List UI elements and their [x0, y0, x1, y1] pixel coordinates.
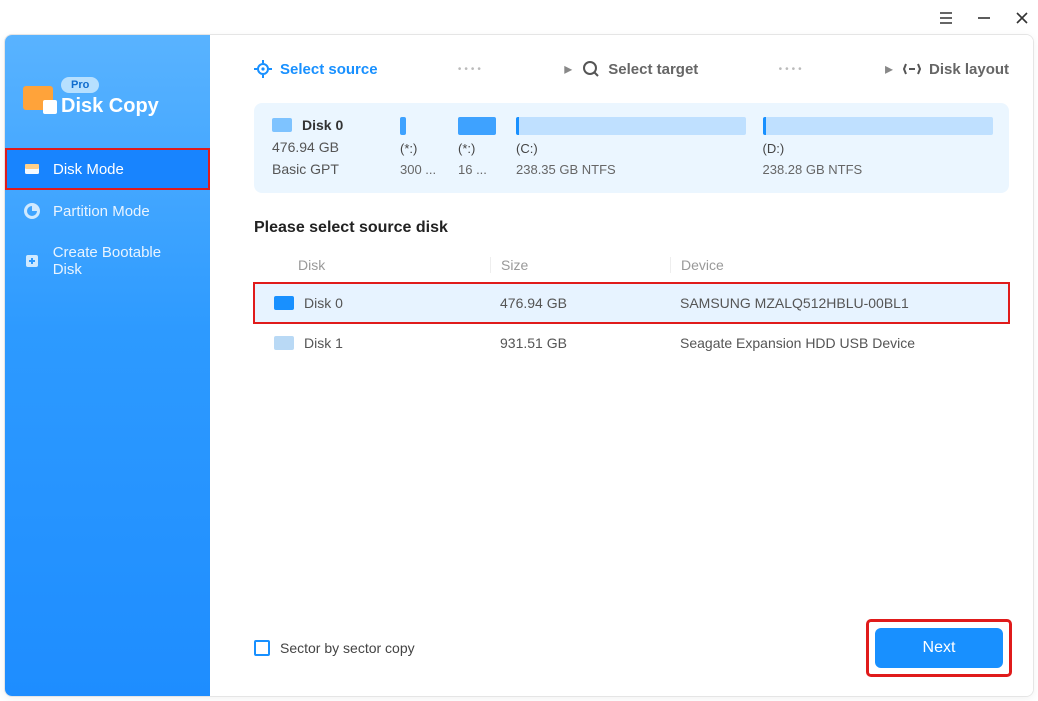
- app-title: Disk Copy: [61, 95, 159, 118]
- next-button[interactable]: Next: [875, 628, 1003, 668]
- checkbox-label: Sector by sector copy: [280, 640, 415, 656]
- step-disk-layout[interactable]: Disk layout: [903, 60, 1009, 78]
- row-disk-size: 931.51 GB: [490, 335, 670, 351]
- crosshair-icon: [254, 60, 272, 78]
- next-button-highlight: Next: [869, 622, 1009, 674]
- nav-partition-mode[interactable]: Partition Mode: [5, 190, 210, 232]
- app-logo-row: Pro Disk Copy: [5, 77, 210, 118]
- nav-create-bootable[interactable]: Create Bootable Disk: [5, 232, 210, 290]
- wizard-steps: Select source ▸ Select target ▸ Disk lay…: [254, 59, 1009, 79]
- close-icon[interactable]: [1012, 8, 1032, 28]
- disk-table-header: Disk Size Device: [254, 247, 1009, 283]
- nav-label: Create Bootable Disk: [53, 244, 192, 278]
- source-prompt: Please select source disk: [254, 219, 1009, 237]
- row-disk-size: 476.94 GB: [490, 295, 670, 311]
- row-disk-name: Disk 0: [304, 295, 343, 311]
- partition-0[interactable]: (*:) 300 ...: [400, 117, 440, 177]
- col-header-size: Size: [490, 257, 670, 273]
- disk-row-0[interactable]: Disk 0 476.94 GB SAMSUNG MZALQ512HBLU-00…: [254, 283, 1009, 323]
- partition-3[interactable]: (D:) 238.28 GB NTFS: [763, 117, 992, 177]
- main-content: Select source ▸ Select target ▸ Disk lay…: [210, 35, 1033, 696]
- row-disk-device: Seagate Expansion HDD USB Device: [670, 335, 993, 351]
- disk-type: Basic GPT: [272, 161, 382, 177]
- target-icon: [582, 60, 600, 78]
- sidebar: Pro Disk Copy Disk Mode Partition Mode C…: [5, 35, 210, 696]
- bootable-disk-icon: [23, 252, 41, 270]
- disk-icon: [274, 296, 294, 310]
- disk-mode-icon: [23, 160, 41, 178]
- disk-overview-card: Disk 0 476.94 GB Basic GPT (*:) 300 ... …: [254, 103, 1009, 193]
- disk-row-1[interactable]: Disk 1 931.51 GB Seagate Expansion HDD U…: [254, 323, 1009, 363]
- nav-disk-mode[interactable]: Disk Mode: [5, 148, 210, 190]
- step-select-target[interactable]: Select target: [582, 60, 698, 78]
- col-header-device: Device: [670, 257, 993, 273]
- disk-icon: [274, 336, 294, 350]
- disk-icon: [272, 118, 292, 132]
- disk-size: 476.94 GB: [272, 139, 382, 155]
- col-header-disk: Disk: [270, 257, 490, 273]
- edition-badge: Pro: [61, 77, 99, 93]
- menu-icon[interactable]: [936, 8, 956, 28]
- partition-1[interactable]: (*:) 16 ...: [458, 117, 498, 177]
- nav-label: Partition Mode: [53, 203, 150, 220]
- step-separator: [388, 64, 555, 75]
- row-disk-name: Disk 1: [304, 335, 343, 351]
- step-select-source[interactable]: Select source: [254, 60, 378, 78]
- partition-mode-icon: [23, 202, 41, 220]
- checkbox-box-icon: [254, 640, 270, 656]
- disk-name: Disk 0: [302, 117, 343, 133]
- step-label: Disk layout: [929, 61, 1009, 78]
- partition-2[interactable]: (C:) 238.35 GB NTFS: [516, 117, 745, 177]
- nav-label: Disk Mode: [53, 161, 124, 178]
- step-separator: [708, 64, 875, 75]
- row-disk-device: SAMSUNG MZALQ512HBLU-00BL1: [670, 295, 993, 311]
- step-label: Select target: [608, 61, 698, 78]
- app-logo-icon: [23, 86, 53, 110]
- layout-icon: [903, 60, 921, 78]
- minimize-icon[interactable]: [974, 8, 994, 28]
- step-label: Select source: [280, 61, 378, 78]
- sector-by-sector-checkbox[interactable]: Sector by sector copy: [254, 640, 415, 656]
